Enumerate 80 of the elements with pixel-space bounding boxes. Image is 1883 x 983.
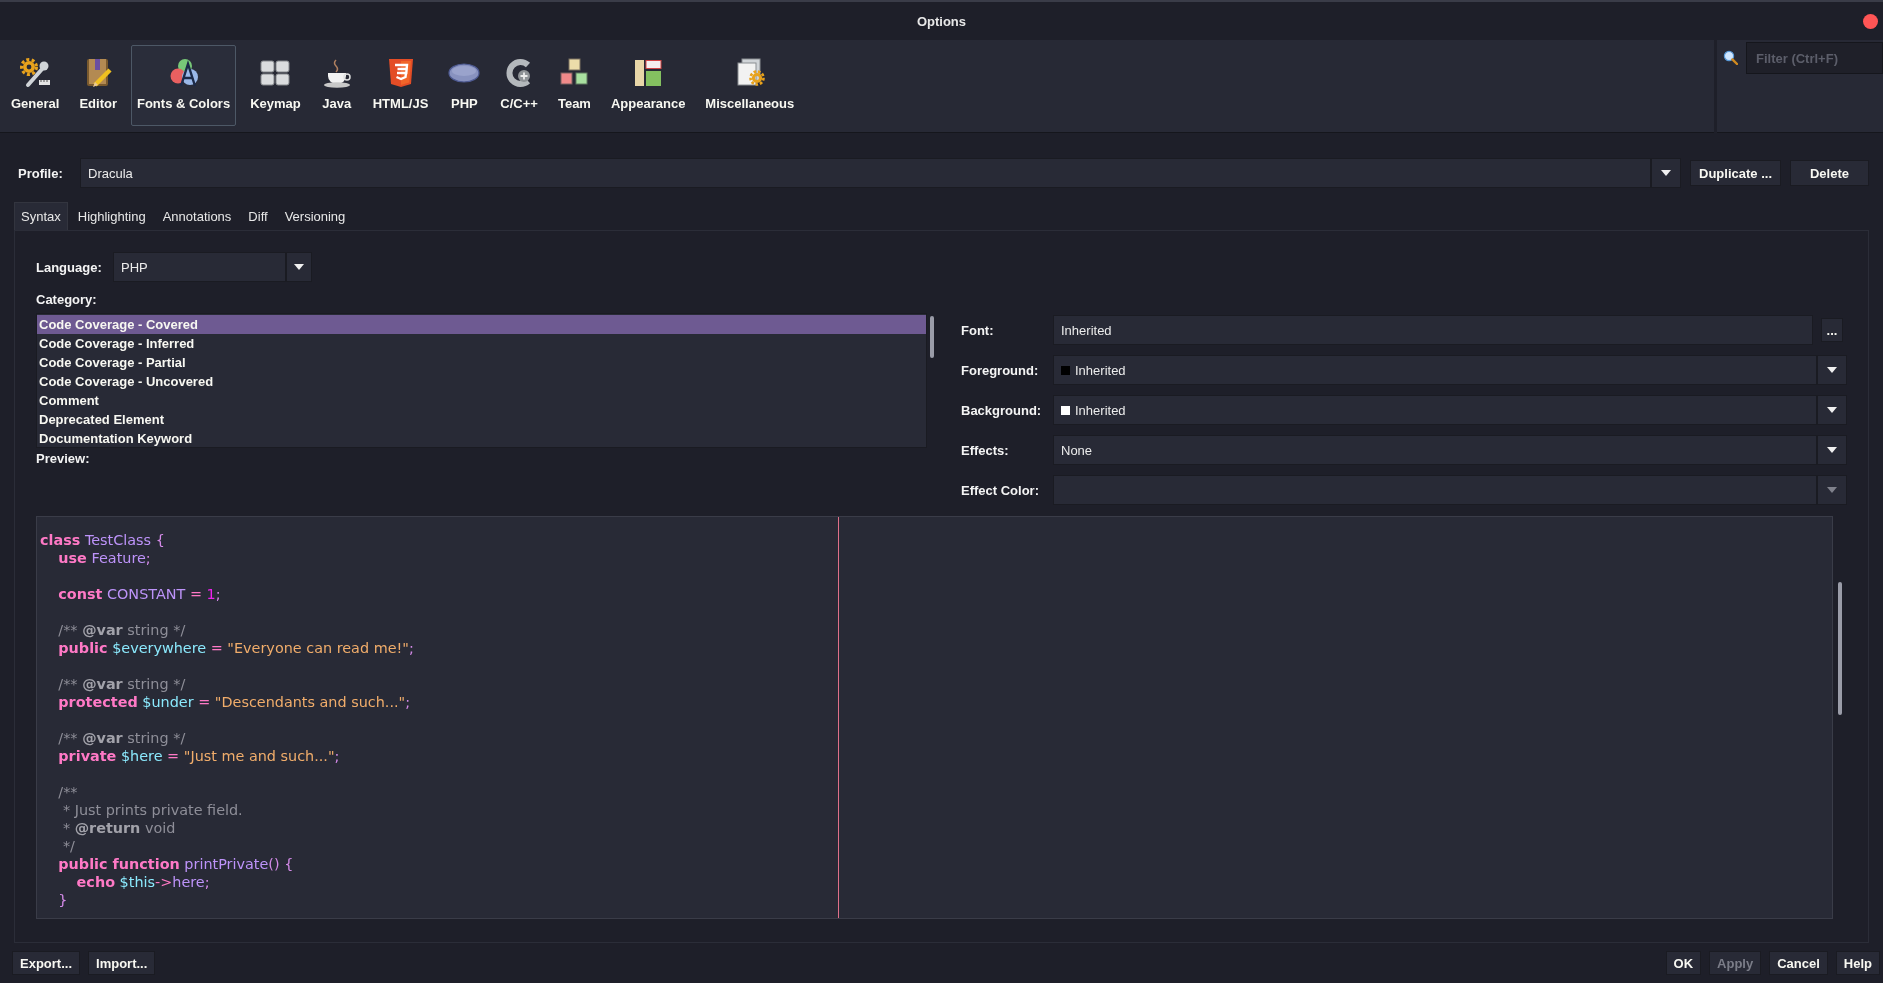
list-item[interactable]: Code Coverage - Uncovered xyxy=(37,372,926,391)
footer-button[interactable]: Help xyxy=(1835,951,1880,975)
toolbar-tab[interactable]: Keymap xyxy=(244,45,307,126)
footer-button[interactable]: Cancel xyxy=(1769,951,1828,975)
code-line: public function printPrivate() { xyxy=(58,856,294,872)
dropdown-field[interactable]: None xyxy=(1053,435,1817,465)
category-label: Category: xyxy=(36,292,98,308)
list-item[interactable]: Code Coverage - Covered xyxy=(37,315,926,334)
list-item[interactable]: Documentation Keyword xyxy=(37,429,926,448)
caret-icon xyxy=(294,264,304,270)
tab[interactable]: Highlighting xyxy=(70,202,153,230)
preview-label: Preview: xyxy=(36,451,91,467)
dropdown-button[interactable] xyxy=(1817,395,1847,425)
code-line: private $here = "Just me and such..."; xyxy=(58,748,340,764)
toolbar-tab[interactable]: General xyxy=(5,45,66,126)
toolbar-tab[interactable]: PHP xyxy=(442,45,487,126)
code-line: * @return void xyxy=(62,820,176,836)
language-field[interactable]: PHP xyxy=(113,252,286,282)
search-icon xyxy=(1723,50,1738,65)
toolbar-tab[interactable]: Editor xyxy=(73,45,123,126)
scrollbar-thumb[interactable] xyxy=(930,316,934,358)
field-label: Effect Color: xyxy=(961,482,1040,498)
dropdown-button[interactable] xyxy=(1651,158,1682,188)
code-line: class TestClass { xyxy=(40,532,165,548)
code-line: const CONSTANT = 1; xyxy=(58,586,221,602)
list-item[interactable]: Comment xyxy=(37,391,926,410)
language-label: Language: xyxy=(36,259,103,275)
toolbar-tab[interactable]: Fonts & Colors xyxy=(131,45,237,126)
code-line: public $everywhere = "Everyone can read me!"; xyxy=(58,640,414,656)
toolbar-tab[interactable]: Appearance xyxy=(604,45,692,126)
scrollbar-thumb[interactable] xyxy=(1838,582,1842,715)
code-line: protected $under = "Descendants and such..."; xyxy=(58,694,411,710)
list-item[interactable]: Code Coverage - Inferred xyxy=(37,334,926,353)
field-label: Background: xyxy=(961,402,1043,418)
code-line: } xyxy=(58,892,68,908)
code-line: /** @var string */ xyxy=(58,676,186,692)
profile-button[interactable]: Duplicate ... xyxy=(1690,160,1781,186)
code-line: /** @var string */ xyxy=(58,730,186,746)
toolbar-tab[interactable]: Team xyxy=(551,45,597,126)
tab[interactable]: Versioning xyxy=(277,202,353,230)
field-label: Font: xyxy=(961,322,995,338)
field-label: Effects: xyxy=(961,442,1010,458)
caret-icon xyxy=(1661,170,1672,176)
profile-label: Profile: xyxy=(17,165,64,181)
footer-button[interactable]: Import... xyxy=(88,951,156,975)
keyboard-keys-icon xyxy=(259,57,292,89)
browse-button[interactable]: ... xyxy=(1821,318,1843,342)
layout-icon xyxy=(632,57,665,89)
dropdown-button[interactable] xyxy=(1817,435,1847,465)
dropdown-field[interactable]: Inherited xyxy=(1053,355,1817,385)
toolbar-tab[interactable]: Miscellaneous xyxy=(699,45,801,126)
close-button[interactable] xyxy=(1863,13,1878,29)
toolbar-tab[interactable]: HTML/JS xyxy=(366,45,435,126)
footer-button[interactable]: Export... xyxy=(12,951,80,975)
tab[interactable]: Diff xyxy=(241,202,275,230)
toolbar-tab[interactable]: Java xyxy=(314,45,359,126)
code-line: use Feature; xyxy=(58,550,151,566)
text-field[interactable]: Inherited xyxy=(1053,315,1813,345)
field-label: Foreground: xyxy=(961,362,1040,378)
code-line: */ xyxy=(62,838,75,854)
toolbar-tab[interactable]: C/C++ xyxy=(494,45,544,126)
profile-button[interactable]: Delete xyxy=(1790,160,1869,186)
code-line: * Just prints private field. xyxy=(62,802,243,818)
gear-wrench-icon xyxy=(19,57,52,89)
dropdown-button[interactable] xyxy=(286,252,312,282)
field-value: Inherited xyxy=(1075,402,1126,418)
filter-field[interactable]: Filter (Ctrl+F) xyxy=(1746,42,1883,74)
dropdown-button[interactable] xyxy=(1817,355,1847,385)
profile-field[interactable]: Dracula xyxy=(80,158,1652,188)
code-line: echo $this->here; xyxy=(76,874,210,890)
window-title: Options xyxy=(916,13,967,29)
code-line: /** @var string */ xyxy=(58,622,186,638)
code-line: /** xyxy=(58,784,78,800)
tab[interactable]: Syntax xyxy=(14,202,68,230)
field-value: Inherited xyxy=(1075,362,1126,378)
list-item[interactable]: Code Coverage - Partial xyxy=(37,353,926,372)
footer-button[interactable]: OK xyxy=(1665,951,1702,975)
dropdown-field[interactable]: Inherited xyxy=(1053,395,1817,425)
tab[interactable]: Annotations xyxy=(155,202,239,230)
list-item[interactable]: Deprecated Element xyxy=(37,410,926,429)
